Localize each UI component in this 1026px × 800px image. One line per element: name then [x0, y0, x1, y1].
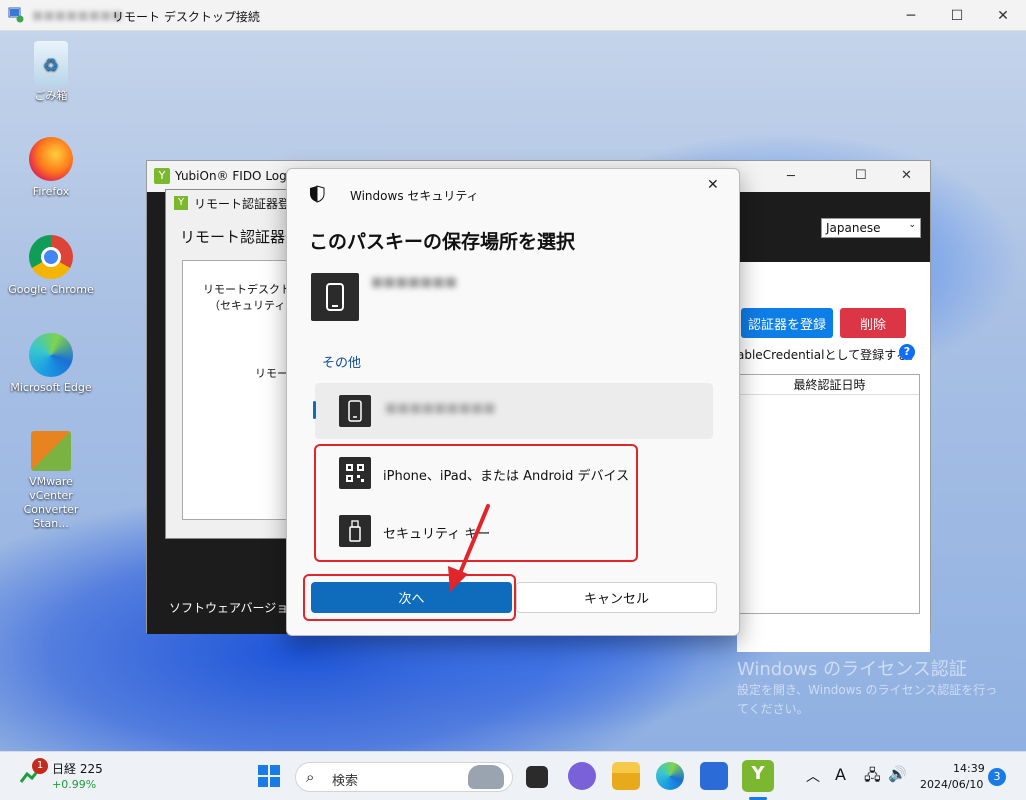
search-box[interactable]: ⌕ 検索 — [295, 762, 513, 792]
stock-badge: 1 — [32, 758, 48, 774]
desktop-icon-label: Firefox — [32, 185, 70, 198]
minimize-button[interactable]: ─ — [888, 0, 934, 31]
windows-security-dialog: Windows セキュリティ ✕ このパスキーの保存場所を選択 ■■■■■■■ … — [286, 168, 740, 636]
search-icon: ⌕ — [306, 768, 315, 786]
rdp-app-icon — [8, 7, 24, 23]
chevron-up-icon[interactable]: ︿ — [806, 766, 820, 786]
selection-indicator — [313, 401, 316, 419]
chevron-down-icon: ⌄ — [908, 220, 916, 230]
app-minimize-button[interactable]: ─ — [787, 169, 795, 184]
ime-indicator[interactable]: A — [835, 765, 846, 784]
app-maximize-button[interactable]: ☐ — [855, 168, 867, 183]
dialog-header: Windows セキュリティ — [350, 189, 479, 203]
yubion-logo-icon: Y — [174, 196, 188, 210]
yubion-logo-icon: Y — [154, 168, 170, 184]
help-icon[interactable]: ? — [899, 344, 915, 360]
task-view-icon[interactable] — [526, 766, 548, 788]
rdp-title: リモート デスクトップ接続 — [112, 10, 260, 24]
activation-watermark-title: Windows のライセンス認証 — [737, 659, 967, 680]
resident-credential-text: ableCredentialとして登録する。 — [737, 348, 921, 362]
network-icon[interactable]: 🖧 — [864, 765, 881, 790]
yubion-taskbar-icon[interactable]: Y — [742, 760, 774, 792]
volume-icon[interactable]: 🔊 — [888, 765, 907, 783]
account-name: ■■■■■■■ — [371, 275, 457, 290]
column-last-auth: 最終認証日時 — [740, 375, 919, 395]
stock-name: 日経 225 — [52, 762, 103, 776]
delete-button[interactable]: 削除 — [840, 308, 906, 338]
register-authenticator-button[interactable]: 認証器を登録 — [741, 308, 833, 338]
saved-device-option[interactable]: ■■■■■■■■■ — [313, 383, 713, 439]
dialog-title: このパスキーの保存場所を選択 — [309, 231, 576, 253]
other-section-label: その他 — [322, 356, 362, 371]
edge-taskbar-icon[interactable] — [656, 762, 684, 790]
app-title: YubiOn® FIDO Logon — [175, 169, 302, 183]
firefox-icon — [29, 137, 73, 181]
phone-icon — [311, 273, 359, 321]
recycle-bin-icon: ♻ — [34, 41, 68, 85]
desktop-icon-recycle-bin[interactable]: ♻ ごみ箱 — [6, 41, 96, 103]
desktop-icon-label: Microsoft Edge — [10, 381, 92, 394]
desktop-icon-edge[interactable]: Microsoft Edge — [6, 333, 96, 395]
desktop-icon-label: VMware vCenter Converter Stan... — [23, 475, 79, 530]
store-icon[interactable] — [700, 762, 728, 790]
svg-text:♻: ♻ — [43, 55, 59, 76]
language-select-value: Japanese — [826, 221, 881, 235]
saved-device-name: ■■■■■■■■■ — [385, 401, 496, 416]
software-version-label: ソフトウェアバージョン — [169, 601, 301, 615]
language-select[interactable]: Japanese ⌄ — [821, 218, 921, 238]
chrome-icon — [29, 235, 73, 279]
teams-chat-icon[interactable] — [568, 762, 596, 790]
start-button[interactable] — [257, 764, 281, 788]
cancel-button[interactable]: キャンセル — [516, 582, 717, 613]
file-explorer-icon[interactable] — [612, 762, 640, 790]
edge-icon — [29, 333, 73, 377]
stock-widget-icon[interactable]: 1 — [19, 758, 48, 786]
desktop-icon-label: ごみ箱 — [34, 89, 68, 102]
shield-icon — [309, 185, 325, 206]
notification-badge[interactable]: 3 — [988, 768, 1006, 786]
annotation-arrow — [448, 504, 490, 592]
desktop-icon-label: Google Chrome — [8, 283, 94, 296]
vmware-icon — [31, 431, 71, 471]
subwindow-content: リモートデスクトップ （セキュリティキー リモート — [182, 260, 313, 520]
app-close-button[interactable]: ✕ — [901, 168, 912, 183]
desktop-icon-chrome[interactable]: Google Chrome — [6, 235, 96, 297]
phone-icon — [339, 395, 371, 427]
dialog-close-button[interactable]: ✕ — [707, 177, 719, 193]
search-placeholder: 検索 — [332, 774, 359, 789]
close-button[interactable]: ✕ — [980, 0, 1026, 31]
desktop-icon-firefox[interactable]: Firefox — [6, 137, 96, 199]
maximize-button[interactable]: ☐ — [934, 0, 980, 31]
desktop-icon-vmware[interactable]: VMware vCenter Converter Stan... — [6, 431, 96, 531]
rdp-titlebar: ■■■■■■■■ リモート デスクトップ接続 ─ ☐ ✕ — [0, 0, 1026, 31]
credential-table: 最終認証日時 — [739, 374, 920, 614]
rdp-host-name: ■■■■■■■■ — [32, 8, 123, 22]
clock-date[interactable]: 2024/06/10 — [920, 778, 983, 791]
clock-time[interactable]: 14:39 — [953, 762, 985, 775]
app-right-panel: 認証器を登録 削除 ableCredentialとして登録する。 ? 最終認証日… — [737, 262, 930, 652]
stock-change: +0.99% — [52, 778, 97, 791]
taskbar: 1 日経 225 +0.99% ⌕ 検索 Y ︿ A 🖧 🔊 14:39 202… — [0, 751, 1026, 800]
activation-watermark-text: 設定を開き、Windows のライセンス認証を行ってください。 — [737, 683, 998, 716]
search-highlight-image — [468, 765, 504, 789]
